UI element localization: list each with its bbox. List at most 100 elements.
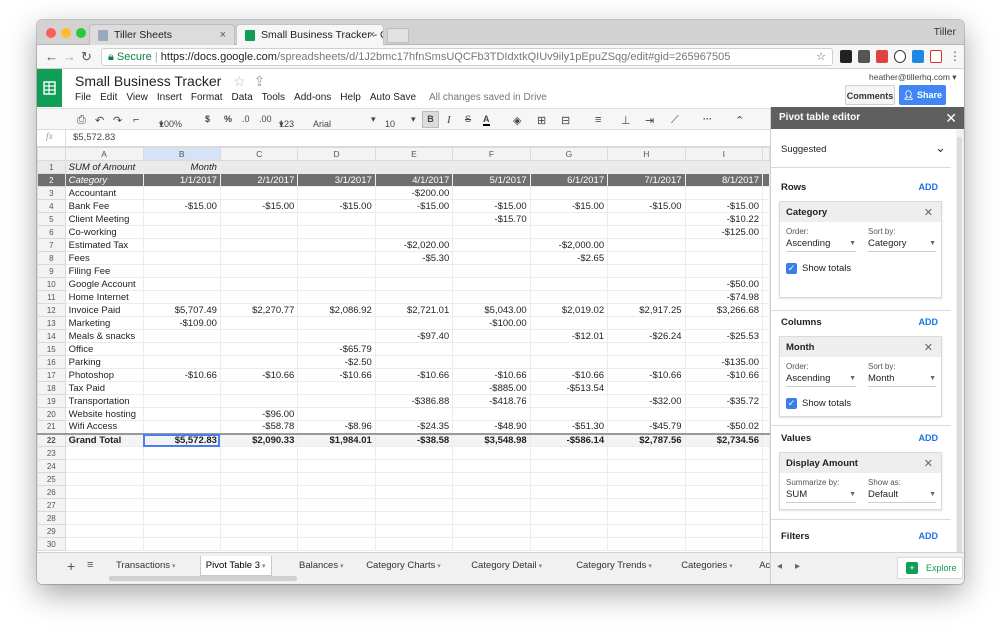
grid-cell[interactable]: Month <box>143 160 221 174</box>
grid-cell[interactable] <box>297 238 376 252</box>
grid-cell[interactable]: Filing Fee <box>65 264 144 278</box>
grid-cell[interactable] <box>607 238 686 252</box>
grid-cell[interactable]: -$2.50 <box>297 355 376 369</box>
grid-cell[interactable] <box>220 212 299 226</box>
column-header-d[interactable]: D <box>297 147 376 161</box>
grid-cell[interactable] <box>762 355 770 369</box>
suggested-label[interactable]: Suggested <box>781 144 826 155</box>
filters-add-button[interactable]: ADD <box>919 531 939 541</box>
grid-cell[interactable] <box>375 472 454 486</box>
grid-cell[interactable] <box>143 290 221 304</box>
grid-cell[interactable] <box>143 407 221 421</box>
grid-cell[interactable] <box>65 537 144 551</box>
grid-cell[interactable] <box>762 511 770 525</box>
grid-cell[interactable] <box>530 212 609 226</box>
grid-cell[interactable]: -$885.00 <box>452 381 531 395</box>
grid-cell[interactable] <box>607 485 686 499</box>
grid-cell[interactable]: Website hosting <box>65 407 144 421</box>
values-add-button[interactable]: ADD <box>919 433 939 443</box>
grid-cell[interactable] <box>297 381 376 395</box>
grid-cell[interactable]: 4/1/2017 <box>375 173 454 187</box>
grid-cell[interactable] <box>297 251 376 265</box>
grid-cell[interactable]: Category <box>65 173 144 187</box>
undo-icon[interactable]: ↶ <box>95 114 104 127</box>
user-email[interactable]: heather@tillerhq.com ▾ <box>869 72 957 83</box>
grid-cell[interactable]: Google Account <box>65 277 144 291</box>
grid-cell[interactable] <box>530 498 609 512</box>
grid-cell[interactable] <box>297 225 376 239</box>
explore-button[interactable]: + Explore <box>897 557 963 579</box>
row-number[interactable]: 2 <box>37 173 66 187</box>
merge-cells-icon[interactable]: ⊟ <box>561 114 570 127</box>
formula-bar[interactable]: fx $5,572.83 <box>37 130 770 147</box>
spreadsheet-grid[interactable]: ABCDEFGHI 1 SUM of Amount Month 2 Category 1/… <box>37 147 770 552</box>
grid-cell[interactable] <box>607 511 686 525</box>
grid-cell[interactable]: -$74.98 <box>685 290 764 304</box>
text-wrap-icon[interactable]: ⇥ <box>645 114 654 127</box>
row-number[interactable]: 30 <box>37 537 66 551</box>
grid-cell[interactable]: $2,787.56 <box>607 432 686 447</box>
grid-cell[interactable]: 7/1/2017 <box>607 173 686 187</box>
tab-menu-icon[interactable]: ▾ <box>338 563 344 570</box>
forward-arrow-icon[interactable]: → <box>63 49 76 64</box>
grid-cell[interactable]: 5/1/2017 <box>452 173 531 187</box>
grid-cell[interactable]: Photoshop <box>65 368 144 382</box>
sheet-tab-balances[interactable]: Balances ▾ <box>294 556 349 576</box>
row-number[interactable]: 13 <box>37 316 66 330</box>
grid-cell[interactable] <box>297 459 376 473</box>
grid-cell[interactable]: -$15.00 <box>220 199 299 213</box>
extension-calendar-icon[interactable] <box>876 50 888 63</box>
grid-cell[interactable] <box>762 329 770 343</box>
grid-cell[interactable] <box>143 277 221 291</box>
grid-cell[interactable] <box>607 407 686 421</box>
grid-cell[interactable] <box>762 407 770 421</box>
grid-cell[interactable]: -$15.00 <box>685 199 764 213</box>
grid-cell[interactable]: Home Internet <box>65 290 144 304</box>
grid-cell[interactable] <box>762 186 770 200</box>
grid-cell[interactable] <box>607 186 686 200</box>
minimize-window-button[interactable] <box>61 28 71 38</box>
grid-cell[interactable] <box>530 316 609 330</box>
percent-format-button[interactable]: % <box>224 114 232 124</box>
row-number[interactable]: 20 <box>37 407 66 421</box>
grid-cell[interactable] <box>452 446 531 460</box>
grid-cell[interactable] <box>375 524 454 538</box>
tab-menu-icon[interactable]: ▾ <box>260 563 266 570</box>
grid-cell[interactable] <box>607 290 686 304</box>
grid-cell[interactable] <box>220 355 299 369</box>
column-header-j[interactable] <box>762 147 770 161</box>
grid-cell[interactable] <box>452 459 531 473</box>
back-arrow-icon[interactable]: ← <box>45 49 58 64</box>
grid-cell[interactable]: 8/1/2017 <box>685 173 764 187</box>
grid-cell[interactable] <box>452 511 531 525</box>
bold-button[interactable]: B <box>422 111 439 128</box>
grid-cell[interactable] <box>607 342 686 356</box>
grid-cell[interactable] <box>685 498 764 512</box>
grid-cell[interactable] <box>685 342 764 356</box>
menu-insert[interactable]: Insert <box>157 92 182 103</box>
extension-acrobat-icon[interactable] <box>930 50 942 63</box>
grid-cell[interactable] <box>143 459 221 473</box>
show-totals-checkbox[interactable]: ✓ <box>786 263 797 274</box>
grid-cell[interactable] <box>297 277 376 291</box>
grid-cell[interactable]: -$10.66 <box>530 368 609 382</box>
grid-cell[interactable] <box>762 212 770 226</box>
grid-cell[interactable]: -$8.96 <box>297 420 376 434</box>
column-header-e[interactable]: E <box>374 147 454 161</box>
grid-cell[interactable] <box>530 459 609 473</box>
grid-cell[interactable] <box>607 251 686 265</box>
grid-cell[interactable] <box>375 225 454 239</box>
grid-cell[interactable] <box>685 186 764 200</box>
grid-cell[interactable]: -$50.00 <box>685 277 764 291</box>
sheet-tab-pivot-table-3[interactable]: Pivot Table 3 ▾ <box>199 556 272 576</box>
user-email-text[interactable]: heather@tillerhq.com <box>869 72 950 82</box>
grid-cell[interactable] <box>220 459 299 473</box>
grid-cell[interactable] <box>220 264 299 278</box>
strikethrough-button[interactable]: S <box>465 114 471 124</box>
grid-cell[interactable]: -$100.00 <box>452 316 531 330</box>
grid-cell[interactable] <box>143 498 221 512</box>
grid-cell[interactable]: -$45.79 <box>607 420 686 434</box>
sheet-tab-categories[interactable]: Categories ▾ <box>676 556 737 576</box>
grid-cell[interactable] <box>452 472 531 486</box>
grid-cell[interactable] <box>143 381 221 395</box>
